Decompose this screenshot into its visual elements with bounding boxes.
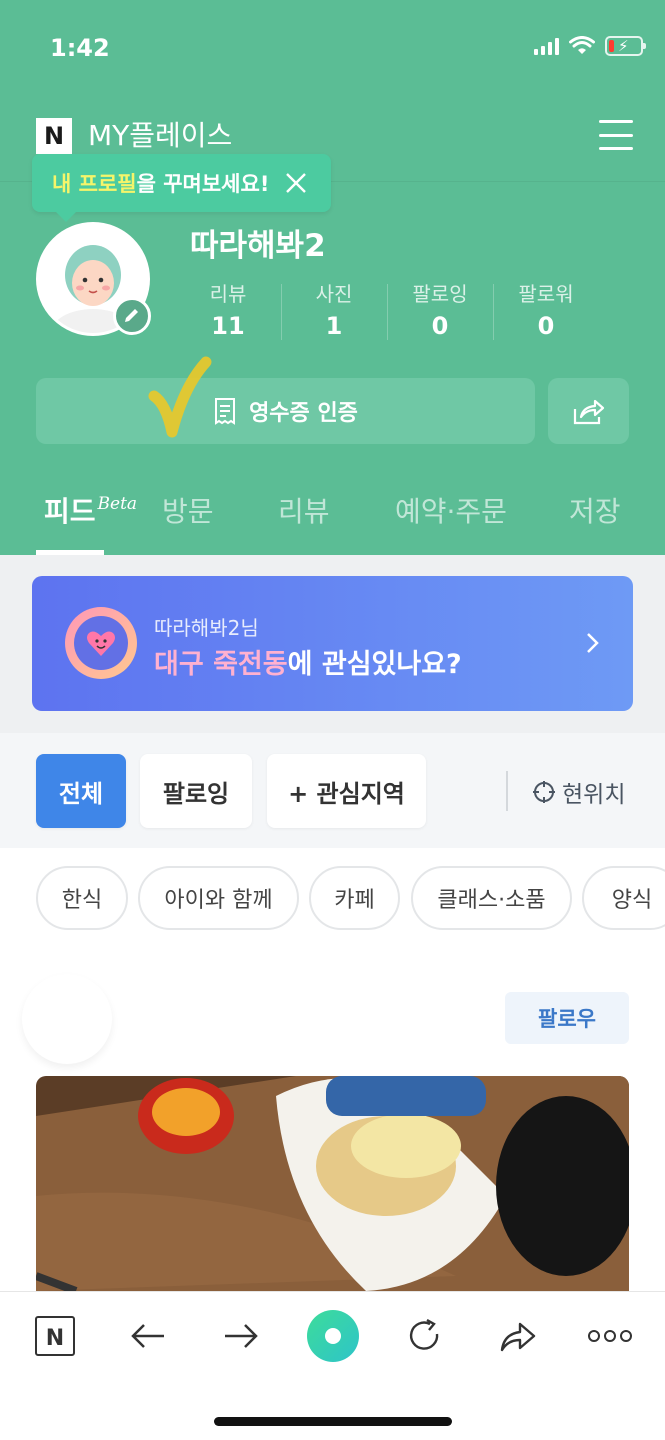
stat-followers[interactable]: 팔로워 0 (493, 280, 599, 346)
share-button[interactable] (548, 378, 629, 444)
battery-icon: ⚡ (605, 36, 646, 56)
profile-name: 따라해봐2 (190, 228, 326, 264)
tooltip-text: 을 꾸며보세요! (136, 172, 270, 196)
category-chip[interactable]: 카페 (309, 866, 400, 930)
share-icon[interactable] (496, 1314, 540, 1358)
checkmark-annotation-icon (148, 356, 212, 438)
close-icon[interactable] (281, 168, 311, 198)
category-chip[interactable]: 클래스·소품 (411, 866, 572, 930)
naver-home-icon[interactable]: N (33, 1314, 77, 1358)
filter-interest-area[interactable]: + 관심지역 (267, 754, 426, 828)
interest-banner[interactable]: 따라해봐2님 대구 죽전동에 관심있나요? (32, 576, 633, 711)
status-time: 1:42 (50, 34, 110, 62)
profile-stats: 리뷰 11 사진 1 팔로잉 0 팔로워 0 (175, 280, 600, 346)
location-label: 현위치 (562, 782, 626, 808)
crosshair-icon (533, 781, 555, 803)
chevron-right-icon (587, 633, 599, 653)
category-chip[interactable]: 양식 (582, 866, 665, 930)
arrow-right-icon[interactable] (219, 1314, 263, 1358)
reload-icon[interactable] (403, 1314, 447, 1358)
feed-filter-bar: 전체 팔로잉 + 관심지역 현위치 (0, 733, 665, 848)
banner-title: 대구 죽전동에 관심있나요? (154, 642, 462, 681)
stat-following[interactable]: 팔로잉 0 (387, 280, 493, 346)
feed-photo[interactable] (36, 1076, 629, 1291)
pencil-icon[interactable] (113, 297, 151, 335)
status-icons: ⚡ (534, 36, 646, 56)
receipt-label: 영수증 인증 (249, 401, 358, 426)
stat-label: 팔로워 (518, 282, 574, 306)
divider (506, 771, 508, 811)
stat-photos[interactable]: 사진 1 (281, 280, 387, 346)
app-title: MY플레이스 (88, 119, 233, 152)
share-icon (573, 399, 604, 425)
arrow-left-icon[interactable] (126, 1314, 170, 1358)
tab-feed-label: 피드 (44, 495, 96, 528)
signal-icon (534, 37, 559, 55)
tab-review[interactable]: 리뷰 (278, 490, 330, 530)
home-indicator[interactable] (214, 1417, 452, 1426)
follow-button[interactable]: 팔로우 (505, 992, 629, 1044)
tab-visit[interactable]: 방문 (162, 490, 214, 530)
banner-subtitle: 따라해봐2님 (154, 616, 259, 640)
stat-value: 0 (431, 312, 449, 340)
feed-author-avatar[interactable] (22, 974, 112, 1064)
category-chips: 한식 아이와 함께 카페 클래스·소품 양식 (0, 866, 665, 932)
interest-banner-section: 따라해봐2님 대구 죽전동에 관심있나요? (0, 555, 665, 733)
stat-reviews[interactable]: 리뷰 11 (175, 280, 281, 346)
hamburger-icon[interactable] (599, 120, 633, 150)
beta-label: Beta (97, 494, 138, 514)
svg-text:N: N (46, 1326, 64, 1351)
green-dot-button[interactable] (306, 1309, 360, 1363)
filter-all[interactable]: 전체 (36, 754, 126, 828)
filter-following[interactable]: 팔로잉 (140, 754, 252, 828)
tooltip-highlight: 내 프로필 (52, 172, 137, 196)
wifi-icon (569, 36, 595, 54)
tab-feed[interactable]: 피드 Beta (44, 490, 138, 530)
stat-label: 리뷰 (209, 282, 247, 306)
receipt-verify-button[interactable]: 영수증 인증 (36, 378, 535, 444)
heart-icon (65, 607, 137, 679)
more-icon[interactable] (587, 1314, 633, 1358)
stat-label: 사진 (315, 282, 353, 306)
profile-tabs: 피드 Beta 방문 리뷰 예약·주문 저장 (0, 480, 665, 555)
tab-reserve[interactable]: 예약·주문 (395, 490, 507, 530)
naver-logo[interactable]: N (36, 118, 72, 154)
category-chip[interactable]: 아이와 함께 (138, 866, 299, 930)
stat-value: 11 (211, 312, 245, 340)
category-chip[interactable]: 한식 (36, 866, 128, 930)
profile-tooltip: 내 프로필 을 꾸며보세요! (32, 154, 331, 222)
current-location-button[interactable]: 현위치 (532, 775, 625, 809)
stat-value: 1 (325, 312, 343, 340)
stat-label: 팔로잉 (412, 282, 468, 306)
stat-value: 0 (537, 312, 555, 340)
banner-highlight: 대구 죽전동 (154, 649, 288, 680)
banner-rest: 에 관심있나요? (287, 649, 462, 680)
tab-saved[interactable]: 저장 (569, 490, 621, 530)
profile-header-area: 1:42 ⚡ N MY플레이스 따라해봐2 리뷰 11 사진 1 팔로잉 0 팔… (0, 0, 665, 555)
